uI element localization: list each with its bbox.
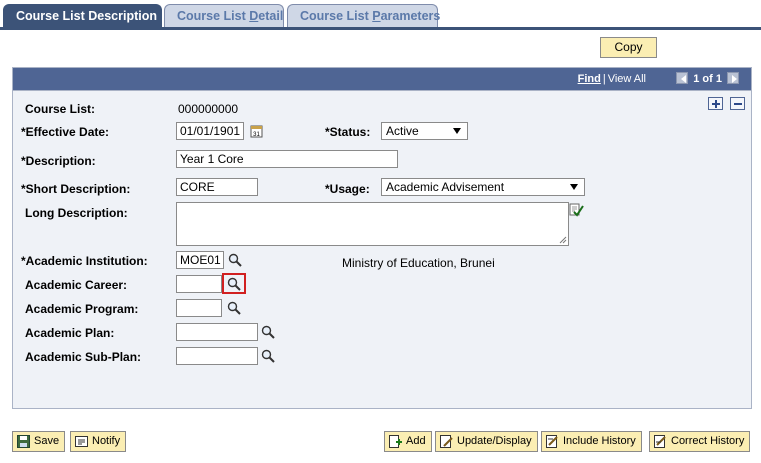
academic-career-label: Academic Career: — [25, 278, 128, 292]
tab-course-list-description[interactable]: Course List Description — [3, 4, 162, 28]
usage-selected-value: Academic Advisement — [386, 180, 505, 194]
save-icon — [17, 435, 30, 448]
notify-button[interactable]: Notify — [70, 431, 127, 452]
tab-bar: Course List Description Course List Deta… — [0, 4, 761, 30]
svg-text:31: 31 — [253, 132, 260, 138]
dropdown-arrow-icon — [453, 128, 461, 134]
delete-row-icon[interactable] — [730, 97, 745, 110]
correct-history-label: Correct History — [671, 435, 745, 447]
spell-check-icon[interactable] — [568, 202, 584, 218]
update-display-label: Update/Display — [457, 435, 532, 447]
include-history-icon — [546, 435, 558, 448]
academic-institution-label: *Academic Institution: — [21, 254, 148, 268]
tab-label-accesskey: D — [249, 9, 259, 23]
tab-underline — [0, 27, 761, 30]
academic-institution-description: Ministry of Education, Brunei — [342, 256, 495, 270]
include-history-button[interactable]: Include History — [541, 431, 642, 452]
status-label: *Status: — [325, 125, 371, 139]
short-description-label: *Short Description: — [21, 182, 131, 196]
include-history-label: Include History — [563, 435, 636, 447]
status-select[interactable]: Active — [381, 122, 468, 140]
short-description-field[interactable]: CORE — [176, 178, 258, 196]
effective-date-field[interactable]: 01/01/1901 — [176, 122, 244, 140]
row-navigation: Find | View All 1 of 1 — [578, 72, 741, 88]
tab-label: Course List — [300, 9, 373, 23]
tab-course-list-detail[interactable]: Course List Detail — [164, 4, 284, 28]
lookup-search-icon[interactable] — [260, 348, 276, 364]
academic-program-field[interactable] — [176, 299, 222, 317]
description-label: *Description: — [21, 154, 96, 168]
row-pager: 1 of 1 — [693, 73, 722, 85]
long-description-textarea[interactable] — [176, 202, 569, 246]
tab-label: arameters — [380, 9, 441, 23]
panel-header: Find | View All 1 of 1 — [13, 68, 751, 91]
save-label: Save — [34, 435, 60, 447]
next-row-icon[interactable] — [727, 72, 739, 84]
academic-sub-plan-label: Academic Sub-Plan: — [25, 350, 142, 364]
description-field[interactable]: Year 1 Core — [176, 150, 398, 168]
find-link[interactable]: Find — [578, 73, 601, 85]
lookup-search-icon[interactable] — [226, 300, 242, 316]
academic-plan-field[interactable] — [176, 323, 258, 341]
lookup-search-icon[interactable] — [227, 252, 243, 268]
add-button[interactable]: Add — [384, 431, 432, 452]
usage-select[interactable]: Academic Advisement — [381, 178, 585, 196]
update-display-icon — [440, 435, 453, 448]
status-selected-value: Active — [386, 124, 419, 138]
save-button[interactable]: Save — [12, 431, 66, 452]
notify-label: Notify — [92, 435, 121, 447]
dropdown-arrow-icon — [570, 184, 578, 190]
previous-row-icon[interactable] — [676, 72, 689, 84]
lookup-search-icon[interactable] — [260, 324, 276, 340]
tab-label: etail — [258, 9, 284, 23]
tab-label: Course List Description — [16, 9, 157, 23]
correct-history-icon — [654, 435, 666, 448]
correct-history-button[interactable]: Correct History — [649, 431, 751, 452]
academic-sub-plan-field[interactable] — [176, 347, 258, 365]
calendar-icon[interactable]: 31 — [249, 123, 265, 139]
academic-program-label: Academic Program: — [25, 302, 139, 316]
resize-grip-icon[interactable] — [559, 236, 567, 244]
notify-icon — [75, 436, 88, 447]
add-row-icon[interactable] — [708, 97, 723, 110]
add-icon — [389, 435, 402, 448]
usage-label: *Usage: — [325, 182, 370, 196]
update-display-button[interactable]: Update/Display — [435, 431, 538, 452]
effective-date-label: *Effective Date: — [21, 125, 110, 139]
copy-button[interactable]: Copy — [600, 37, 657, 58]
course-list-label: Course List: — [25, 102, 96, 116]
tab-course-list-parameters[interactable]: Course List Parameters — [287, 4, 441, 28]
academic-plan-label: Academic Plan: — [25, 326, 115, 340]
view-all-link[interactable]: View All — [608, 73, 646, 85]
academic-career-field[interactable] — [176, 275, 222, 293]
academic-institution-field[interactable]: MOE01 — [176, 251, 224, 269]
long-description-label: Long Description: — [25, 206, 128, 220]
course-list-value: 000000000 — [178, 102, 239, 116]
add-label: Add — [406, 435, 426, 447]
tab-label-accesskey: P — [372, 9, 381, 23]
lookup-search-icon[interactable] — [226, 276, 242, 292]
tab-label: Course List — [177, 9, 250, 23]
